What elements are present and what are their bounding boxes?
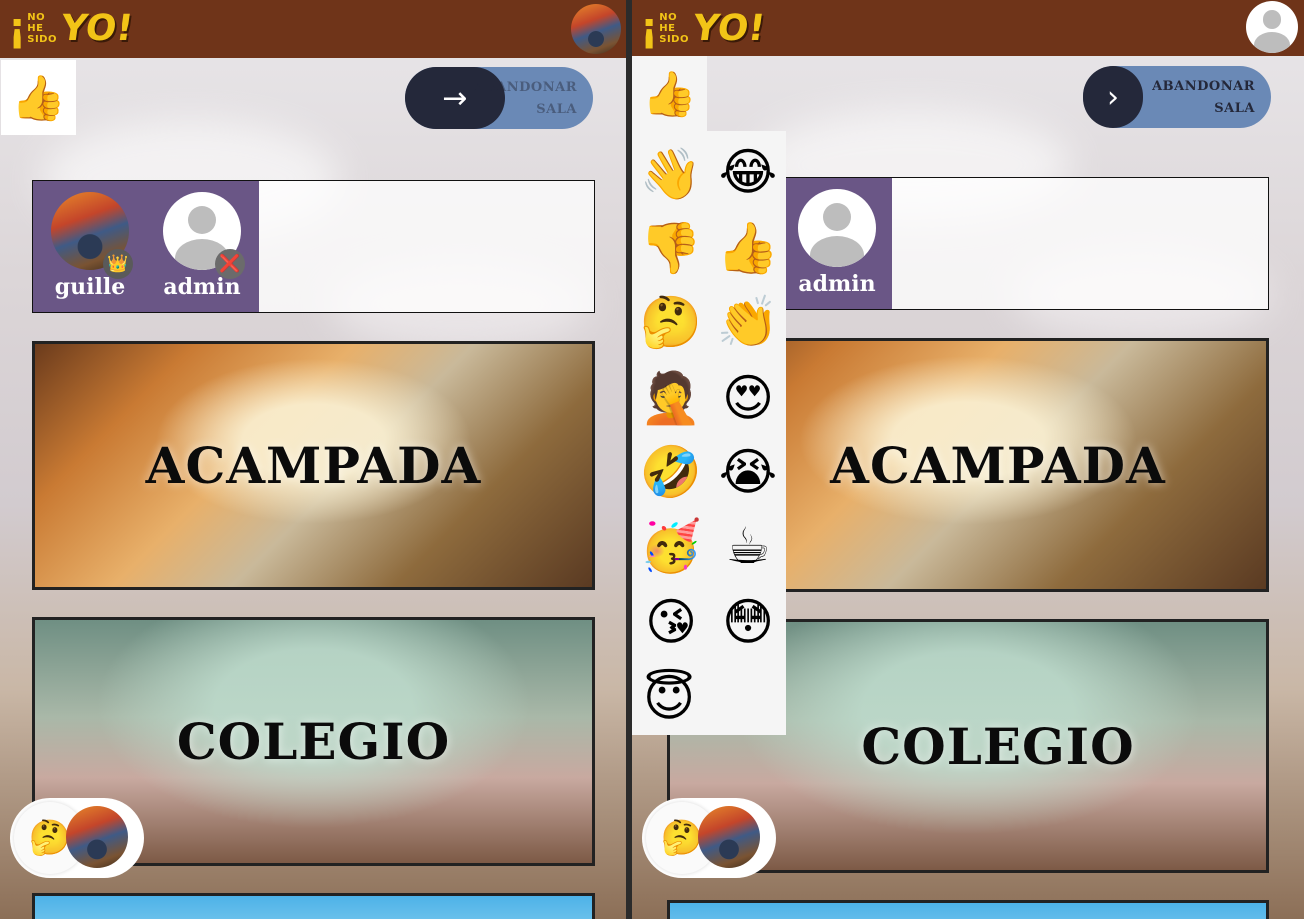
flushed-icon[interactable]: 😳 (713, 587, 783, 657)
waving-hand-icon[interactable]: 👋 (636, 139, 706, 209)
logo-yo: YO! (58, 7, 136, 49)
logo-exclaim: ¡ (8, 5, 27, 51)
player-card[interactable]: 👑 guille (47, 189, 133, 300)
party-face-icon[interactable]: 🥳 (636, 511, 706, 581)
kick-icon[interactable]: ❌ (215, 249, 245, 279)
left-panel: ¡ NO HE SIDO YO! 👍 → ABANDONAR SALA 👑 guil… (0, 0, 626, 919)
reaction-toggle-button[interactable]: 👍 (1, 60, 76, 135)
logo-exclaim: ¡ (640, 5, 659, 51)
kissing-wink-icon[interactable]: 😘 (636, 587, 706, 657)
leave-room-label: ABANDONAR SALA (1152, 79, 1255, 116)
room-card-acampada[interactable]: ACAMPADA (32, 341, 595, 590)
players-box: 👑 guille ❌ admin (32, 180, 595, 313)
angel-praying-icon[interactable]: 😇 (634, 663, 704, 733)
room-title: ACAMPADA (830, 435, 1166, 495)
crying-icon[interactable]: 😭 (713, 437, 783, 507)
crown-icon: 👑 (103, 249, 133, 279)
reaction-float[interactable]: 🤔 (642, 798, 776, 878)
logo-small-text: NO HE SIDO (659, 11, 689, 45)
app-logo[interactable]: ¡ NO HE SIDO YO! (640, 4, 768, 52)
thumbs-up-icon[interactable]: 👍 (713, 213, 783, 283)
user-avatar[interactable] (1246, 1, 1298, 53)
top-bar: ¡ NO HE SIDO YO! (0, 0, 626, 58)
thinking-face-icon[interactable]: 🤔 (636, 287, 706, 357)
room-card-beach[interactable] (667, 900, 1269, 919)
room-title: COLEGIO (861, 716, 1135, 776)
players-strip: 👑 guille ❌ admin (33, 181, 259, 312)
player-name: admin (798, 271, 876, 297)
room-card-beach[interactable] (32, 893, 595, 919)
avatar (66, 806, 128, 868)
leave-room-button[interactable]: → ABANDONAR SALA (405, 67, 593, 129)
player-card[interactable]: admin (794, 186, 880, 297)
avatar (698, 806, 760, 868)
laughing-icon[interactable]: 😂 (713, 137, 783, 207)
logo-small-text: NO HE SIDO (27, 11, 57, 45)
facepalm-icon[interactable]: 🤦 (636, 363, 706, 433)
heart-eyes-icon[interactable]: 😍 (713, 363, 783, 433)
emoji-picker: 👋 😂 👎 👍 🤔 👏 🤦 😍 🤣 😭 🥳 ☕ 😘 😳 😇 (632, 131, 786, 735)
chevron-right-icon: › (1083, 66, 1143, 128)
clapping-hands-icon[interactable]: 👏 (713, 287, 783, 357)
tea-cup-icon[interactable]: ☕ (713, 511, 783, 581)
leave-room-label: ABANDONAR SALA (474, 80, 577, 117)
top-bar: ¡ NO HE SIDO YO! (632, 0, 1304, 56)
room-title: COLEGIO (176, 712, 451, 771)
rofl-icon[interactable]: 🤣 (636, 437, 706, 507)
avatar (795, 186, 879, 270)
reaction-toggle-button[interactable]: 👍 (632, 56, 707, 131)
reaction-float[interactable]: 🤔 (10, 798, 144, 878)
user-avatar[interactable] (571, 4, 621, 54)
logo-yo: YO! (690, 7, 768, 49)
room-title: ACAMPADA (145, 436, 482, 495)
app-logo[interactable]: ¡ NO HE SIDO YO! (8, 4, 136, 52)
thumbs-down-icon[interactable]: 👎 (636, 213, 706, 283)
player-card[interactable]: ❌ admin (159, 189, 245, 300)
leave-room-button[interactable]: › ABANDONAR SALA (1083, 66, 1271, 128)
